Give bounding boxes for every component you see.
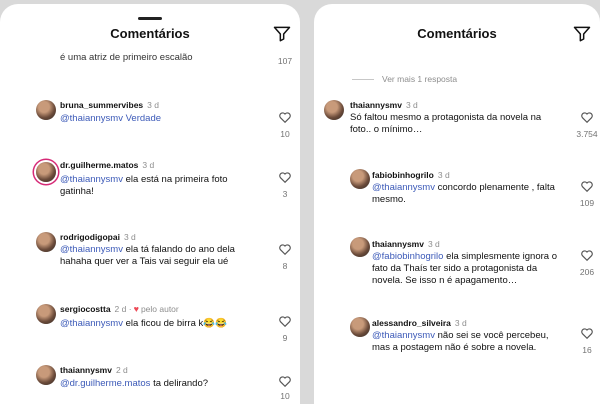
comment-text: Só faltou mesmo a protagonista da novela… <box>350 112 542 123</box>
heart-outline-icon[interactable] <box>278 170 292 184</box>
mention[interactable]: @thaiannysmv <box>60 174 123 185</box>
like-count: 107 <box>277 56 293 66</box>
like-count: 10 <box>280 129 290 139</box>
timestamp: 3 d <box>123 232 136 242</box>
avatar[interactable] <box>350 237 370 257</box>
comment-body: ela tá falando do ano dela <box>122 244 235 255</box>
comment-meta: thaiannysmv 2 d <box>60 365 128 375</box>
panel-title: Comentários <box>417 26 497 41</box>
like-count: 9 <box>282 333 288 343</box>
timestamp: 3 d <box>427 239 440 249</box>
timestamp: 2 d <box>115 365 128 375</box>
comments-panel-right: Comentários Ver mais 1 resposta thaianny… <box>314 4 600 404</box>
comment-body: concordo plenamente , falta <box>434 182 555 193</box>
like-count: 3.754 <box>576 129 598 139</box>
heart-filled-icon: ♥ <box>133 304 139 314</box>
comment-text: @thaiannysmv concordo plenamente , falta <box>372 182 555 195</box>
comment-meta: rodrigodigopai 3 d <box>60 232 136 242</box>
username[interactable]: rodrigodigopai <box>60 232 120 242</box>
timestamp: 3 d <box>405 100 418 110</box>
comment-text: @thaiannysmv ela está na primeira foto <box>60 174 228 187</box>
avatar[interactable] <box>350 169 370 189</box>
comment-meta: bruna_summervibes 3 d <box>60 100 159 110</box>
mention[interactable]: @thaiannysmv <box>372 330 435 341</box>
comment-meta: sergiocostta 2 d · ♥ pelo autor <box>60 304 179 314</box>
comment-text: @fabiobinhogrilo ela simplesmente ignora… <box>372 251 557 264</box>
comment-text: @thaiannysmv não sei se você percebeu, <box>372 330 549 343</box>
comment-text-line2: gatinha! <box>60 186 94 197</box>
comment-meta: thaiannysmv 3 d <box>350 100 418 110</box>
username[interactable]: bruna_summervibes <box>60 100 143 110</box>
username[interactable]: fabiobinhogrilo <box>372 170 434 180</box>
avatar[interactable] <box>36 232 56 252</box>
avatar[interactable] <box>36 365 56 385</box>
panel-title: Comentários <box>110 26 190 41</box>
heart-outline-icon[interactable] <box>278 242 292 256</box>
mention[interactable]: @fabiobinhogrilo <box>372 251 443 262</box>
avatar[interactable] <box>36 162 56 182</box>
view-more-replies-link[interactable]: Ver mais 1 resposta <box>352 74 457 84</box>
comment-text: @thaiannysmv ela tá falando do ano dela <box>60 244 235 257</box>
heart-outline-icon[interactable] <box>580 248 594 262</box>
comment-text-line2: fato da Thaís ter sido a protagonista da <box>372 263 538 274</box>
comments-panel-left: Comentários é uma atriz de primeiro esca… <box>0 4 300 404</box>
avatar[interactable] <box>350 317 370 337</box>
timestamp: 3 d <box>437 170 450 180</box>
heart-outline-icon[interactable] <box>580 326 594 340</box>
comment-meta: alessandro_silveira 3 d <box>372 318 467 328</box>
comment-text-line3: novela. Se isso n é apagamento… <box>372 275 518 286</box>
username[interactable]: alessandro_silveira <box>372 318 451 328</box>
like-count: 3 <box>282 189 288 199</box>
comment-text-line2: hahaha quer ver a Tais vai seguir ela ué <box>60 256 229 267</box>
comment-text-line2: mesmo. <box>372 194 406 205</box>
comment-meta: dr.guilherme.matos 3 d <box>60 160 154 170</box>
like-count: 8 <box>282 261 288 271</box>
mention[interactable]: @thaiannysmv <box>60 244 123 255</box>
comment-body: ela simplesmente ignora o <box>443 251 557 262</box>
like-count: 109 <box>579 198 595 208</box>
avatar[interactable] <box>36 100 56 120</box>
comment-text: @thaiannysmv Verdade <box>60 113 162 124</box>
partial-comment-text: é uma atriz de primeiro escalão <box>60 52 193 63</box>
heart-outline-icon[interactable] <box>278 374 292 388</box>
username[interactable]: thaiannysmv <box>372 239 424 249</box>
author-like-note: · ♥ pelo autor <box>128 304 179 314</box>
comment-text: @dr.guilherme.matos ta delirando? <box>60 378 208 391</box>
heart-outline-icon[interactable] <box>278 314 292 328</box>
timestamp: 2 d <box>114 304 127 314</box>
filter-icon[interactable] <box>272 24 292 44</box>
heart-outline-icon[interactable] <box>580 179 594 193</box>
avatar[interactable] <box>324 100 344 120</box>
comment-meta: thaiannysmv 3 d <box>372 239 440 249</box>
timestamp: 3 d <box>147 100 159 110</box>
mention[interactable]: @thaiannysmv <box>372 182 435 193</box>
filter-icon[interactable] <box>572 24 592 44</box>
comment-meta: fabiobinhogrilo 3 d <box>372 170 450 180</box>
comment-body: ela está na primeira foto <box>122 174 228 185</box>
mention[interactable]: @thaiannysmv <box>60 318 123 329</box>
username[interactable]: sergiocostta <box>60 304 111 314</box>
comment-body: ela ficou de birra k😂😂 <box>122 318 227 329</box>
drag-handle[interactable] <box>138 17 162 20</box>
like-count: 16 <box>582 345 592 355</box>
timestamp: 3 d <box>142 160 155 170</box>
comment-body: ta delirando? <box>150 378 209 389</box>
like-count: 206 <box>579 267 595 277</box>
timestamp: 3 d <box>454 318 467 328</box>
comment-text-line2: foto.. o mínimo… <box>350 124 423 135</box>
comment-text-line2: mas a postagem não é sobre a novela. <box>372 342 537 353</box>
mention[interactable]: @dr.guilherme.matos <box>60 378 150 389</box>
heart-outline-icon[interactable] <box>278 110 292 124</box>
comment-text: @thaiannysmv ela ficou de birra k😂😂 <box>60 318 227 331</box>
username[interactable]: thaiannysmv <box>350 100 402 110</box>
avatar[interactable] <box>36 304 56 324</box>
comment-body: não sei se você percebeu, <box>434 330 549 341</box>
username[interactable]: dr.guilherme.matos <box>60 160 138 170</box>
username[interactable]: thaiannysmv <box>60 365 112 375</box>
heart-outline-icon[interactable] <box>580 110 594 124</box>
